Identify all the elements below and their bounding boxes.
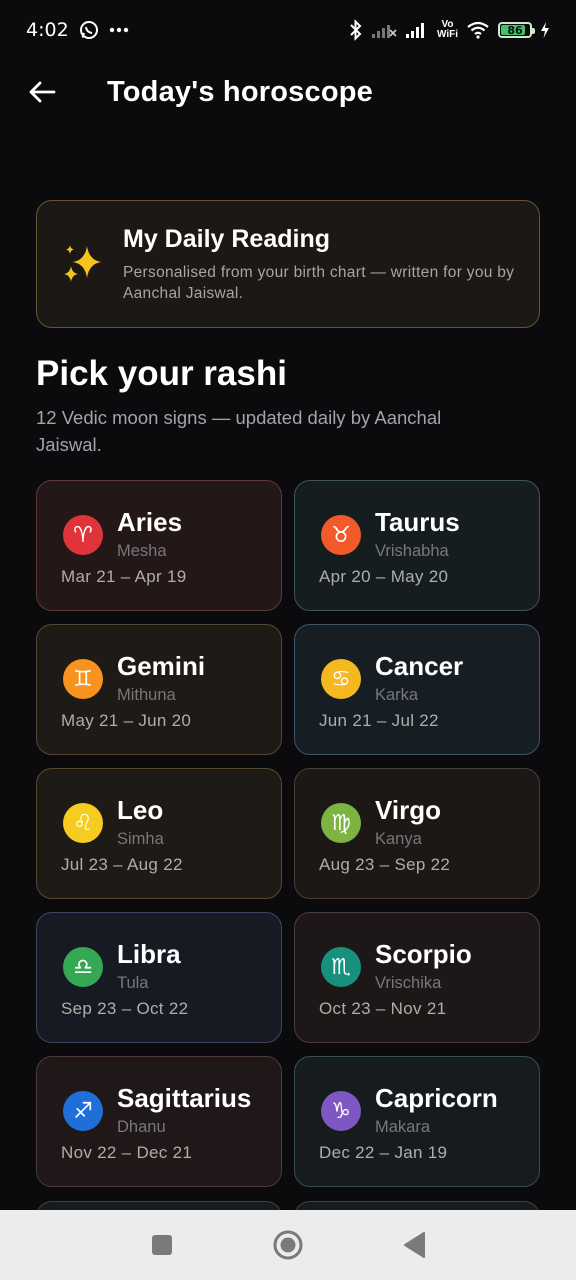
system-nav-bar	[0, 1210, 576, 1280]
daily-reading-card[interactable]: My Daily Reading Personalised from your …	[36, 200, 540, 328]
sign-vedic-name: Dhanu	[117, 1118, 166, 1136]
rashi-card-taurus[interactable]: ♉ Taurus Vrishabha Apr 20 – May 20	[294, 480, 540, 611]
sign-name: Virgo	[375, 795, 441, 825]
sign-name: Libra	[117, 939, 181, 969]
battery-icon: 86	[498, 22, 535, 38]
section-title: Pick your rashi	[36, 354, 287, 393]
section-subtitle: 12 Vedic moon signs — updated daily by A…	[36, 407, 442, 455]
sign-name: Cancer	[375, 651, 464, 681]
cancer-icon: ♋	[321, 659, 361, 699]
sign-dates: Oct 23 – Nov 21	[319, 999, 447, 1018]
sign-dates: Aug 23 – Sep 22	[319, 855, 451, 874]
sign-vedic-name: Kanya	[375, 830, 422, 848]
sign-name: Taurus	[375, 507, 460, 537]
sign-dates: Dec 22 – Jan 19	[319, 1143, 448, 1162]
sign-dates: Mar 21 – Apr 19	[61, 567, 187, 586]
sign-name: Gemini	[117, 651, 206, 681]
sign-name: Scorpio	[375, 939, 472, 969]
signal-icon	[405, 23, 424, 38]
sagittarius-icon: ♐	[63, 1091, 103, 1131]
rashi-card-virgo[interactable]: ♍ Virgo Kanya Aug 23 – Sep 22	[294, 768, 540, 899]
status-bar: 4:02 Vo WiFi 86	[0, 0, 576, 60]
rashi-card-cancer[interactable]: ♋ Cancer Karka Jun 21 – Jul 22	[294, 624, 540, 755]
gemini-icon: ♊	[63, 659, 103, 699]
virgo-icon: ♍	[321, 803, 361, 843]
rashi-card-leo[interactable]: ♌ Leo Simha Jul 23 – Aug 22	[36, 768, 282, 899]
signal-off-icon	[371, 25, 397, 38]
sparkles-icon	[64, 245, 101, 282]
back-button[interactable]	[22, 72, 62, 112]
sign-vedic-name: Mithuna	[117, 686, 176, 704]
leo-icon: ♌	[63, 803, 103, 843]
sign-vedic-name: Vrischika	[375, 974, 442, 992]
libra-icon: ♎	[63, 947, 103, 987]
taurus-icon: ♉	[321, 515, 361, 555]
app-header: Today's horoscope	[0, 60, 576, 124]
rashi-grid: ♈ Aries Mesha Mar 21 – Apr 19 ♉ Taurus V…	[36, 480, 540, 1187]
page-title: Today's horoscope	[107, 75, 373, 108]
sign-vedic-name: Mesha	[117, 542, 167, 560]
sign-dates: Apr 20 – May 20	[319, 567, 449, 586]
sign-dates: May 21 – Jun 20	[61, 711, 192, 730]
scorpio-icon: ♏	[321, 947, 361, 987]
more-dots-icon	[109, 27, 128, 33]
bluetooth-icon	[350, 19, 362, 41]
sign-name: Aries	[117, 507, 183, 537]
sign-name: Capricorn	[375, 1083, 498, 1113]
sign-dates: Jun 21 – Jul 22	[319, 711, 439, 730]
whatsapp-icon	[79, 21, 98, 39]
wifi-icon	[467, 21, 489, 39]
capricorn-icon: ♑	[321, 1091, 361, 1131]
sign-vedic-name: Simha	[117, 830, 164, 848]
rashi-card-sagittarius[interactable]: ♐ Sagittarius Dhanu Nov 22 – Dec 21	[36, 1056, 282, 1187]
sign-vedic-name: Karka	[375, 686, 419, 704]
daily-reading-title: My Daily Reading	[123, 224, 330, 253]
charging-icon	[541, 22, 549, 38]
sign-vedic-name: Vrishabha	[375, 542, 449, 560]
recents-button[interactable]	[99, 1215, 225, 1275]
sign-dates: Sep 23 – Oct 22	[61, 999, 189, 1018]
sign-name: Leo	[117, 795, 164, 825]
rashi-card-scorpio[interactable]: ♏ Scorpio Vrischika Oct 23 – Nov 21	[294, 912, 540, 1043]
sign-name: Sagittarius	[117, 1083, 252, 1113]
sign-vedic-name: Tula	[117, 974, 149, 992]
back-triangle-icon	[404, 1232, 425, 1258]
arrow-left-icon	[29, 81, 56, 103]
status-time: 4:02	[26, 19, 69, 41]
home-circle-icon	[273, 1230, 303, 1260]
back-nav-button[interactable]	[351, 1215, 477, 1275]
daily-reading-subtitle: Personalised from your birth chart — wri…	[123, 263, 515, 302]
vowifi-indicator: Vo WiFi	[436, 19, 458, 40]
rashi-card-aries[interactable]: ♈ Aries Mesha Mar 21 – Apr 19	[36, 480, 282, 611]
recents-square-icon	[152, 1235, 172, 1255]
sign-dates: Jul 23 – Aug 22	[61, 855, 183, 874]
rashi-card-libra[interactable]: ♎ Libra Tula Sep 23 – Oct 22	[36, 912, 282, 1043]
rashi-card-capricorn[interactable]: ♑ Capricorn Makara Dec 22 – Jan 19	[294, 1056, 540, 1187]
home-button[interactable]	[225, 1215, 351, 1275]
rashi-card-gemini[interactable]: ♊ Gemini Mithuna May 21 – Jun 20	[36, 624, 282, 755]
aries-icon: ♈	[63, 515, 103, 555]
sign-vedic-name: Makara	[375, 1118, 431, 1136]
sign-dates: Nov 22 – Dec 21	[61, 1143, 193, 1162]
